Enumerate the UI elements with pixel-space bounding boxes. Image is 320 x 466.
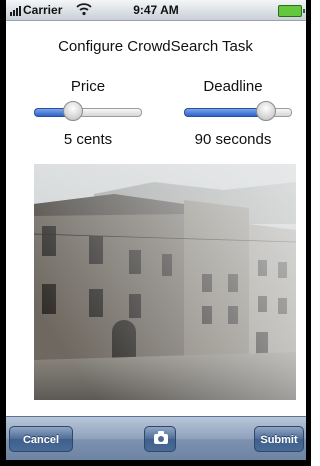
battery-icon xyxy=(278,5,305,17)
status-bar: Carrier 9:47 AM xyxy=(6,0,306,21)
deadline-slider-fill xyxy=(184,108,268,117)
camera-button[interactable] xyxy=(144,426,176,452)
price-label: Price xyxy=(70,78,106,95)
deadline-value: 90 seconds xyxy=(194,131,272,148)
price-slider-thumb[interactable] xyxy=(63,101,84,121)
status-time: 9:47 AM xyxy=(133,3,179,17)
price-slider-track xyxy=(73,108,142,117)
cancel-button[interactable]: Cancel xyxy=(9,426,73,452)
price-value: 5 cents xyxy=(63,131,113,148)
submit-button[interactable]: Submit xyxy=(254,426,304,452)
device-frame-left xyxy=(0,0,6,466)
deadline-label: Deadline xyxy=(203,78,263,95)
bottom-toolbar: Cancel Submit xyxy=(6,416,306,461)
device-frame-right xyxy=(306,0,311,466)
price-slider[interactable] xyxy=(34,101,142,121)
device-frame-bottom xyxy=(0,460,311,466)
deadline-slider-thumb[interactable] xyxy=(256,101,277,121)
captured-photo xyxy=(34,164,296,400)
page-title: Configure CrowdSearch Task xyxy=(58,38,253,55)
deadline-slider[interactable] xyxy=(184,101,292,121)
camera-icon xyxy=(154,431,168,444)
photo-image xyxy=(34,164,296,400)
